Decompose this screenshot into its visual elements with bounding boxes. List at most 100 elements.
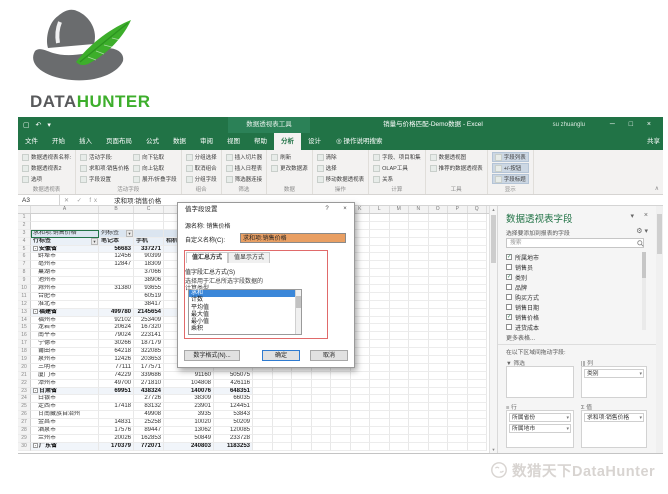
empty-cell[interactable] <box>351 372 371 380</box>
empty-cell[interactable] <box>390 293 410 301</box>
empty-cell[interactable] <box>312 411 332 419</box>
cell-c30[interactable]: 772071 <box>134 443 164 451</box>
empty-cell[interactable] <box>468 230 488 238</box>
select-all-corner[interactable] <box>18 206 31 213</box>
collapse-group-icon[interactable]: - <box>33 388 38 393</box>
dialog-close-button[interactable]: × <box>338 203 352 216</box>
empty-cell[interactable] <box>429 293 449 301</box>
empty-cell[interactable] <box>448 230 468 238</box>
cell-e25[interactable]: 124451 <box>214 403 253 411</box>
empty-cell[interactable] <box>429 435 449 443</box>
cell-c28[interactable]: 89447 <box>134 427 164 435</box>
empty-cell[interactable] <box>292 411 312 419</box>
field-item-销售日期[interactable]: 销售日期 <box>506 302 644 312</box>
empty-cell[interactable] <box>331 403 351 411</box>
empty-cell[interactable] <box>409 214 429 222</box>
tab-审阅[interactable]: 审阅 <box>193 133 220 150</box>
field-item-销售员[interactable]: 销售员 <box>506 262 644 272</box>
empty-cell[interactable] <box>253 403 273 411</box>
empty-cell[interactable] <box>468 285 488 293</box>
empty-cell[interactable] <box>429 238 449 246</box>
scroll-down-icon[interactable]: ▼ <box>490 447 497 452</box>
empty-cell[interactable] <box>351 427 371 435</box>
cell-c17[interactable]: 187179 <box>134 340 164 348</box>
empty-cell[interactable] <box>429 364 449 372</box>
empty-cell[interactable] <box>390 356 410 364</box>
empty-cell[interactable] <box>429 214 449 222</box>
cell-b18[interactable]: 64218 <box>99 348 134 356</box>
cell-a10[interactable]: 滁州市 <box>31 285 99 293</box>
empty-cell[interactable] <box>390 348 410 356</box>
cell-d25[interactable]: 23901 <box>164 403 214 411</box>
row-number[interactable]: 3 <box>18 230 31 238</box>
empty-cell[interactable] <box>370 332 390 340</box>
empty-cell[interactable] <box>370 356 390 364</box>
empty-cell[interactable] <box>370 293 390 301</box>
empty-cell[interactable] <box>409 348 429 356</box>
row-number[interactable]: 15 <box>18 324 31 332</box>
cell-c29[interactable]: 162853 <box>134 435 164 443</box>
ribbon-item-字段、项目和集[interactable]: 字段、项目和集 <box>373 152 421 162</box>
empty-cell[interactable] <box>370 238 390 246</box>
empty-cell[interactable] <box>409 285 429 293</box>
cell-a14[interactable]: 福州市 <box>31 317 99 325</box>
cell-d28[interactable]: 13062 <box>164 427 214 435</box>
ribbon-item-分组选择[interactable]: 分组选择 <box>186 152 217 162</box>
row-number[interactable]: 7 <box>18 261 31 269</box>
unchecked-checkbox[interactable] <box>506 324 512 330</box>
ribbon-item-展开/折叠字段[interactable]: 展开/折叠字段 <box>133 174 177 184</box>
empty-cell[interactable] <box>468 364 488 372</box>
empty-cell[interactable] <box>448 285 468 293</box>
empty-cell[interactable] <box>448 261 468 269</box>
empty-cell[interactable] <box>390 427 410 435</box>
ribbon-item-关系[interactable]: 关系 <box>373 174 421 184</box>
scroll-thumb[interactable] <box>491 215 496 263</box>
row-number[interactable]: 8 <box>18 269 31 277</box>
empty-cell[interactable] <box>448 411 468 419</box>
empty-cell[interactable] <box>390 238 410 246</box>
empty-cell[interactable] <box>448 277 468 285</box>
ribbon-item-选项[interactable]: 选项 <box>22 174 71 184</box>
empty-cell[interactable] <box>370 443 390 451</box>
empty-cell[interactable] <box>409 340 429 348</box>
collapse-group-icon[interactable]: - <box>33 246 38 251</box>
empty-cell[interactable] <box>390 253 410 261</box>
empty-cell[interactable] <box>273 395 293 403</box>
tab-开始[interactable]: 开始 <box>45 133 72 150</box>
empty-cell[interactable] <box>448 348 468 356</box>
ribbon-item-字段列表[interactable]: 字段列表 <box>492 152 529 162</box>
row-number[interactable]: 27 <box>18 419 31 427</box>
empty-cell[interactable] <box>390 372 410 380</box>
empty-cell[interactable] <box>409 222 429 230</box>
field-item-所属地市[interactable]: ✓所属地市 <box>506 252 644 262</box>
empty-cell[interactable] <box>370 222 390 230</box>
ribbon-item-数据透视图[interactable]: 数据透视图 <box>430 152 483 162</box>
empty-cell[interactable] <box>409 309 429 317</box>
empty-cell[interactable] <box>409 230 429 238</box>
cell-a28[interactable]: 酒泉市 <box>31 427 99 435</box>
empty-cell[interactable] <box>468 301 488 309</box>
cell-c4[interactable]: 手机 <box>134 238 164 246</box>
cell-d29[interactable]: 50849 <box>164 435 214 443</box>
empty-cell[interactable] <box>370 419 390 427</box>
cell-c25[interactable]: 83132 <box>134 403 164 411</box>
empty-cell[interactable] <box>468 238 488 246</box>
empty-cell[interactable] <box>370 269 390 277</box>
option-计数[interactable]: 计数 <box>189 297 301 304</box>
empty-cell[interactable] <box>448 222 468 230</box>
cell-b29[interactable]: 20026 <box>99 435 134 443</box>
empty-cell[interactable] <box>390 380 410 388</box>
cell-b16[interactable]: 79024 <box>99 332 134 340</box>
cell-b6[interactable]: 12456 <box>99 253 134 261</box>
empty-cell[interactable] <box>351 380 371 388</box>
cell-c18[interactable]: 322085 <box>134 348 164 356</box>
ok-button[interactable]: 确定 <box>262 350 300 361</box>
row-number[interactable]: 4 <box>18 238 31 246</box>
cell-c20[interactable]: 177571 <box>134 364 164 372</box>
empty-cell[interactable] <box>448 372 468 380</box>
unchecked-checkbox[interactable] <box>506 304 512 310</box>
cell-a25[interactable]: 定西市 <box>31 403 99 411</box>
name-box[interactable]: A3 <box>18 195 60 206</box>
unchecked-checkbox[interactable] <box>506 294 512 300</box>
custom-name-input[interactable]: 求和项:销售价格 <box>240 233 346 243</box>
